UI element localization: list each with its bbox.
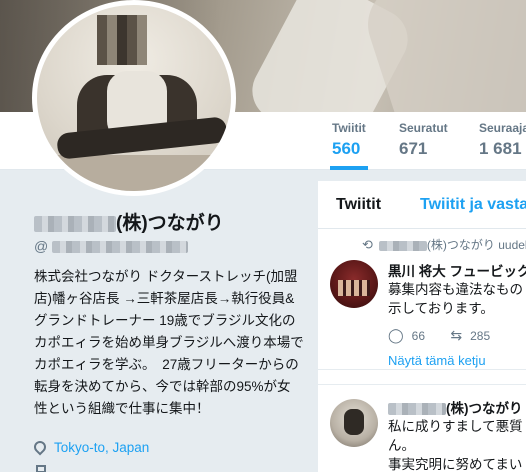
location-text[interactable]: Tokyo-to, Japan <box>54 440 149 455</box>
stat-following[interactable]: Seuratut 671 <box>399 121 448 159</box>
tab-tweets[interactable]: Twiitit <box>336 196 381 214</box>
profile-name-suffix: (株)つながり <box>116 213 224 234</box>
profile-handle[interactable]: @ <box>34 238 189 254</box>
retweet-button[interactable]: ⇆ 285 <box>450 327 490 344</box>
profile-bio: 株式会社つながり ドクターストレッチ(加盟店)幡ヶ谷店長 →三軒茶屋店長→執行役… <box>34 269 304 416</box>
stat-value: 1 681 <box>479 139 522 158</box>
tweet-text-line: 募集内容も違法なもの <box>388 282 523 297</box>
tweet-author[interactable]: (株)つながり <box>388 397 523 417</box>
stat-value: 560 <box>332 139 361 158</box>
reply-icon: ◯ <box>388 327 404 343</box>
tweet-author[interactable]: 黒川 将大 フュービック <box>388 260 526 280</box>
tweet-avatar[interactable] <box>330 260 378 308</box>
tweet-text-line: 示しております。 <box>388 301 494 316</box>
avatar-pixelated-face <box>97 15 147 65</box>
tweet[interactable]: ⟲ (株)つながり uudelleentwiittasi 黒川 将大 フュービック… <box>318 230 526 370</box>
reply-button[interactable]: ◯ 66 <box>388 327 425 344</box>
retweet-icon: ⇆ <box>450 327 463 343</box>
profile-sidebar: (株)つながり @ 株式会社つながり ドクターストレッチ(加盟店)幡ヶ谷店長 →… <box>0 170 318 472</box>
stat-value: 671 <box>399 139 428 158</box>
tab-tweets-and-replies[interactable]: Twiitit ja vastaukset <box>420 196 526 214</box>
stat-tweets[interactable]: Twiitit 560 <box>330 121 368 170</box>
stat-label: Seuraajat <box>479 121 526 135</box>
tweet-text-line: 私に成りすまして悪質 <box>388 419 523 434</box>
tweet[interactable]: (株)つながり 私に成りすまして悪質 ん。 事実究明に努めてまい <box>318 384 526 472</box>
tweet-timeline: Twiitit Twiitit ja vastaukset ⟲ (株)つながり u… <box>318 181 526 472</box>
reply-count: 66 <box>411 329 426 343</box>
tweet-actions: ◯ 66 ⇆ 285 <box>388 327 512 344</box>
retweet-context: ⟲ (株)つながり uudelleentwiittasi <box>362 236 526 253</box>
retweet-count: 285 <box>470 329 491 343</box>
redacted-name <box>378 240 427 251</box>
stat-followers[interactable]: Seuraajat 1 681 <box>479 121 526 159</box>
location-pin-icon <box>31 438 49 456</box>
retweet-context-text: (株)つながり uudelleentwiittasi <box>426 238 526 252</box>
timeline-tabs: Twiitit Twiitit ja vastaukset <box>318 181 526 229</box>
show-thread-link[interactable]: Näytä tämä ketju <box>388 353 486 368</box>
redacted-name <box>388 403 446 416</box>
redacted-name <box>34 215 116 232</box>
tweet-text-line: ん。 <box>388 438 415 453</box>
tweet-author-suffix: (株)つながり <box>446 401 523 416</box>
tweet-text-line: 事実究明に努めてまい <box>388 457 523 472</box>
redacted-handle <box>52 241 189 254</box>
tweet-avatar[interactable] <box>330 399 378 447</box>
stat-label: Seuratut <box>399 121 448 135</box>
profile-avatar[interactable] <box>32 0 236 196</box>
profile-location: Tokyo-to, Japan <box>31 438 149 456</box>
retweet-icon: ⟲ <box>362 237 373 252</box>
banner-fabric <box>357 0 526 112</box>
calendar-icon <box>36 465 46 472</box>
stat-label: Twiitit <box>332 121 366 135</box>
handle-at: @ <box>34 238 49 254</box>
profile-name[interactable]: (株)つながり <box>34 208 224 235</box>
